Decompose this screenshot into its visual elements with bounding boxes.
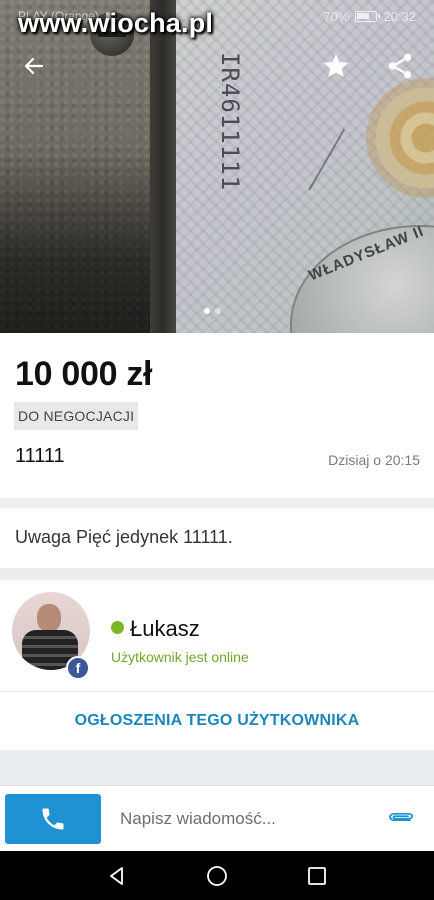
nav-home-button[interactable] <box>202 861 232 891</box>
battery-percent: 70% <box>323 8 350 24</box>
gallery-dot[interactable] <box>204 308 210 314</box>
gallery-dot[interactable] <box>215 308 221 314</box>
price: 10 000 zł <box>15 355 153 393</box>
share-button[interactable] <box>380 46 420 86</box>
avatar-head <box>37 604 61 632</box>
star-icon <box>323 54 349 77</box>
seller-status: Użytkownik jest online <box>111 649 249 665</box>
call-button[interactable] <box>5 794 101 844</box>
message-input[interactable] <box>120 806 370 832</box>
square-recent-icon <box>308 866 326 885</box>
back-button[interactable] <box>14 46 54 86</box>
share-icon <box>388 53 412 79</box>
description-card: Uwaga Pięć jedynek 11111. <box>0 508 434 568</box>
nav-recent-button[interactable] <box>302 861 332 891</box>
watermark: www.wiocha.pl <box>18 8 214 38</box>
negotiable-badge: DO NEGOCJACJI <box>14 402 139 430</box>
attach-button[interactable] <box>384 806 416 832</box>
photo-gallery[interactable]: IR4611111 WŁADYSŁAW II PLAY (Orange) ▮ 7… <box>0 0 434 333</box>
system-nav-bar <box>0 851 434 900</box>
triangle-back-icon <box>110 866 123 885</box>
posted-date: Dzisiaj o 20:15 <box>328 452 420 468</box>
gallery-pagination <box>204 308 221 314</box>
battery-icon <box>355 10 381 22</box>
banknote-serial: IR4611111 <box>216 52 244 192</box>
seller-card: f Łukasz Użytkownik jest online OGŁOSZEN… <box>0 580 434 750</box>
status-right: 70% 20:32 <box>323 9 416 24</box>
description-text: Uwaga Pięć jedynek 11111. <box>15 527 233 547</box>
paperclip-icon <box>389 813 413 822</box>
photo-shadow <box>0 150 175 333</box>
clock: 20:32 <box>383 8 416 24</box>
seller-name[interactable]: Łukasz <box>130 616 200 642</box>
facebook-icon: f <box>66 656 90 680</box>
photo-gap <box>150 0 176 333</box>
battery-fill <box>357 12 370 19</box>
circle-home-icon <box>207 865 227 886</box>
online-indicator-icon <box>111 621 124 634</box>
nav-back-button[interactable] <box>102 861 132 891</box>
price-card: 10 000 zł DO NEGOCJACJI 11111 Dzisiaj o … <box>0 333 434 498</box>
phone-icon <box>42 808 64 830</box>
message-bar <box>0 785 434 851</box>
favorite-button[interactable] <box>316 46 356 86</box>
listing-title: 11111 <box>15 445 65 467</box>
arrow-left-icon <box>24 57 44 75</box>
user-ads-link[interactable]: OGŁOSZENIA TEGO UŻYTKOWNIKA <box>0 692 434 750</box>
